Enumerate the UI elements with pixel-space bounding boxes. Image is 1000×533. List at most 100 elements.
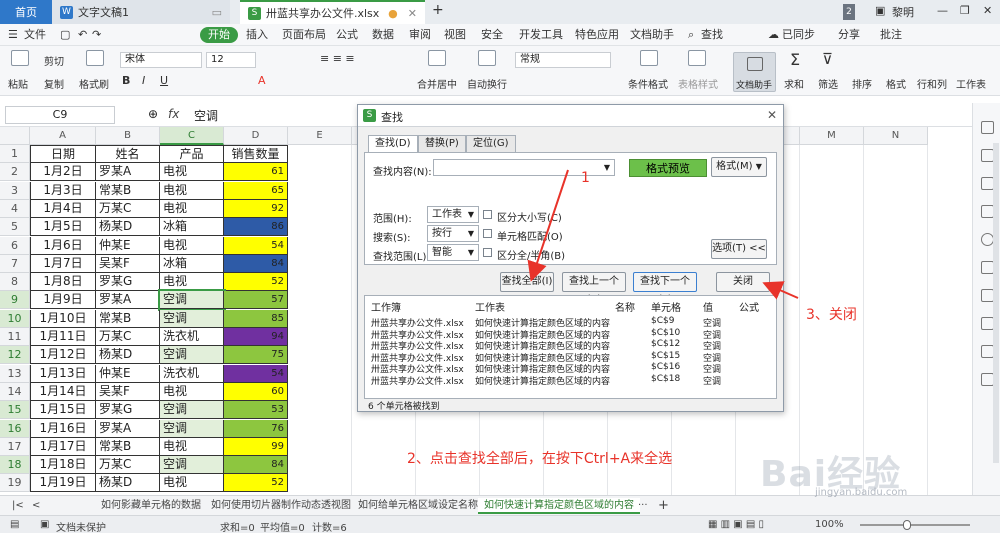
header-cell[interactable]: 姓名 — [96, 145, 160, 163]
hamburger-icon[interactable]: ☰ — [8, 27, 18, 43]
cell-product[interactable]: 空调 — [158, 289, 226, 312]
monitor-icon[interactable]: ▭ — [212, 6, 222, 19]
scope-select[interactable]: 工作表 ▼ — [427, 206, 479, 223]
cell-qty[interactable]: 85 — [224, 309, 288, 328]
cell-qty[interactable]: 57 — [224, 291, 288, 310]
result-row[interactable]: 卅蓝共享办公文件.xlsx 如何快速计算指定颜色区域的内容 $C$16 空调 — [365, 362, 776, 375]
bold-button[interactable]: B — [122, 74, 130, 87]
maximize-icon[interactable]: ❐ — [960, 4, 970, 20]
sheet-mode-icon[interactable]: ▤ — [10, 519, 19, 530]
minimize-icon[interactable]: — — [937, 4, 948, 20]
cell-name[interactable]: 常某B — [96, 309, 160, 328]
cell-name[interactable]: 常某B — [96, 437, 160, 456]
cell-qty[interactable]: 75 — [224, 346, 288, 365]
menu-file[interactable]: 文件 — [24, 27, 46, 43]
select-icon[interactable] — [981, 121, 994, 134]
cell-date[interactable]: 1月10日 — [30, 309, 96, 328]
tab-home[interactable]: 首页 — [0, 0, 52, 24]
number-format-select[interactable]: 常规 — [515, 52, 611, 68]
menu-view[interactable]: 视图 — [444, 27, 466, 43]
user-name[interactable]: 黎明 — [892, 4, 914, 20]
tab-doc-writer[interactable]: W 文字文稿1 ▭ — [52, 0, 230, 24]
cell-name[interactable]: 万某C — [96, 199, 160, 218]
badge-count[interactable]: 2 — [843, 4, 855, 20]
cell-name[interactable]: 杨某D — [96, 218, 160, 237]
cell-product[interactable]: 洗衣机 — [160, 364, 224, 383]
cell-qty[interactable]: 52 — [224, 474, 288, 493]
cell-date[interactable]: 1月4日 — [30, 199, 96, 218]
cell-date[interactable]: 1月9日 — [30, 291, 96, 310]
comment-button[interactable]: 批注 — [880, 27, 902, 43]
cell-product[interactable]: 洗衣机 — [160, 328, 224, 346]
cell-name[interactable]: 罗某A — [96, 163, 160, 182]
result-row[interactable]: 卅蓝共享办公文件.xlsx 如何快速计算指定颜色区域的内容 $C$9 空调 — [365, 316, 776, 329]
row-header-3[interactable]: 3 — [0, 181, 30, 200]
zoom-level[interactable]: 100% — [815, 519, 844, 530]
header-cell[interactable]: 产品 — [160, 145, 224, 163]
format-button[interactable]: 格式 — [886, 76, 906, 91]
find-results-list[interactable]: 工作簿 工作表 名称 单元格 值 公式 卅蓝共享办公文件.xlsx 如何快速计算指… — [364, 295, 777, 399]
paste-button[interactable]: 粘贴 — [8, 76, 28, 91]
sheet-tab-color-sum[interactable]: 如何快速计算指定颜色区域的内容 — [478, 498, 640, 514]
cell-qty[interactable]: 92 — [224, 199, 288, 218]
menu-security[interactable]: 安全 — [481, 27, 503, 43]
user-avatar-icon[interactable]: ▣ — [875, 4, 885, 20]
cell-name[interactable]: 罗某A — [96, 419, 160, 438]
row-header-4[interactable]: 4 — [0, 199, 30, 218]
row-header-15[interactable]: 15 — [0, 401, 30, 420]
row-header-6[interactable]: 6 — [0, 236, 30, 255]
cell-product[interactable]: 电视 — [160, 437, 224, 456]
underline-button[interactable]: U — [160, 74, 168, 87]
menu-start[interactable]: 开始 — [200, 27, 238, 43]
formula-input[interactable]: 空调 — [194, 107, 218, 124]
cell-name[interactable]: 罗某G — [96, 273, 160, 292]
column-header-a[interactable]: A — [30, 127, 96, 145]
cell-date[interactable]: 1月17日 — [30, 437, 96, 456]
row-header-9[interactable]: 9 — [0, 291, 30, 310]
cell-date[interactable]: 1月2日 — [30, 163, 96, 182]
cell-product[interactable]: 空调 — [160, 309, 224, 328]
cell-qty[interactable]: 52 — [224, 273, 288, 292]
find-previous-button[interactable]: 查找上一个(V) — [562, 272, 626, 305]
close-icon[interactable]: ✕ — [983, 4, 992, 20]
cell-name[interactable]: 常某B — [96, 181, 160, 200]
cell-date[interactable]: 1月12日 — [30, 346, 96, 365]
conditional-format-icon[interactable] — [640, 50, 658, 66]
menu-page-layout[interactable]: 页面布局 — [282, 27, 326, 43]
sheet-tab-name-range[interactable]: 如何给单元格区域设定名称 — [352, 498, 484, 514]
zoom-slider[interactable] — [860, 524, 970, 526]
row-header-7[interactable]: 7 — [0, 254, 30, 273]
font-size-select[interactable]: 12 — [206, 52, 256, 68]
chevron-down-icon[interactable]: ▼ — [604, 160, 610, 175]
cell-product[interactable]: 电视 — [160, 181, 224, 200]
column-header-e[interactable]: E — [288, 127, 352, 145]
add-sheet-button[interactable]: + — [652, 498, 675, 514]
search-order-select[interactable]: 按行 ▼ — [427, 225, 479, 242]
row-header-18[interactable]: 18 — [0, 456, 30, 475]
cell-product[interactable]: 空调 — [160, 401, 224, 420]
paste-icon[interactable] — [11, 50, 29, 66]
zoom-formula-icon[interactable]: ⊕ — [148, 107, 158, 121]
row-header-17[interactable]: 17 — [0, 437, 30, 456]
cell-date[interactable]: 1月13日 — [30, 364, 96, 383]
copy-button[interactable]: 复制 — [44, 76, 64, 91]
cell-name[interactable]: 吴某F — [96, 254, 160, 273]
search-icon[interactable]: ⌕ — [688, 27, 694, 43]
cell-product[interactable]: 电视 — [160, 474, 224, 493]
cell-product[interactable]: 电视 — [160, 163, 224, 182]
cell-product[interactable]: 空调 — [160, 346, 224, 365]
header-cell[interactable]: 日期 — [30, 145, 96, 163]
cell-qty[interactable]: 60 — [224, 382, 288, 401]
row-header-19[interactable]: 19 — [0, 474, 30, 493]
column-header-c[interactable]: C — [160, 127, 224, 145]
table-style-icon[interactable] — [688, 50, 706, 66]
fx-icon[interactable]: fx — [168, 107, 179, 121]
redo-icon[interactable]: ↷ — [92, 27, 101, 43]
cell-name[interactable]: 罗某A — [96, 291, 160, 310]
row-header-1[interactable]: 1 — [0, 145, 30, 163]
find-next-button[interactable]: 查找下一个(F) — [633, 272, 697, 305]
options-button[interactable]: 选项(T) << — [711, 239, 767, 259]
cell-qty[interactable]: 84 — [224, 456, 288, 475]
cell-product[interactable]: 电视 — [160, 199, 224, 218]
cell-date[interactable]: 1月5日 — [30, 218, 96, 237]
